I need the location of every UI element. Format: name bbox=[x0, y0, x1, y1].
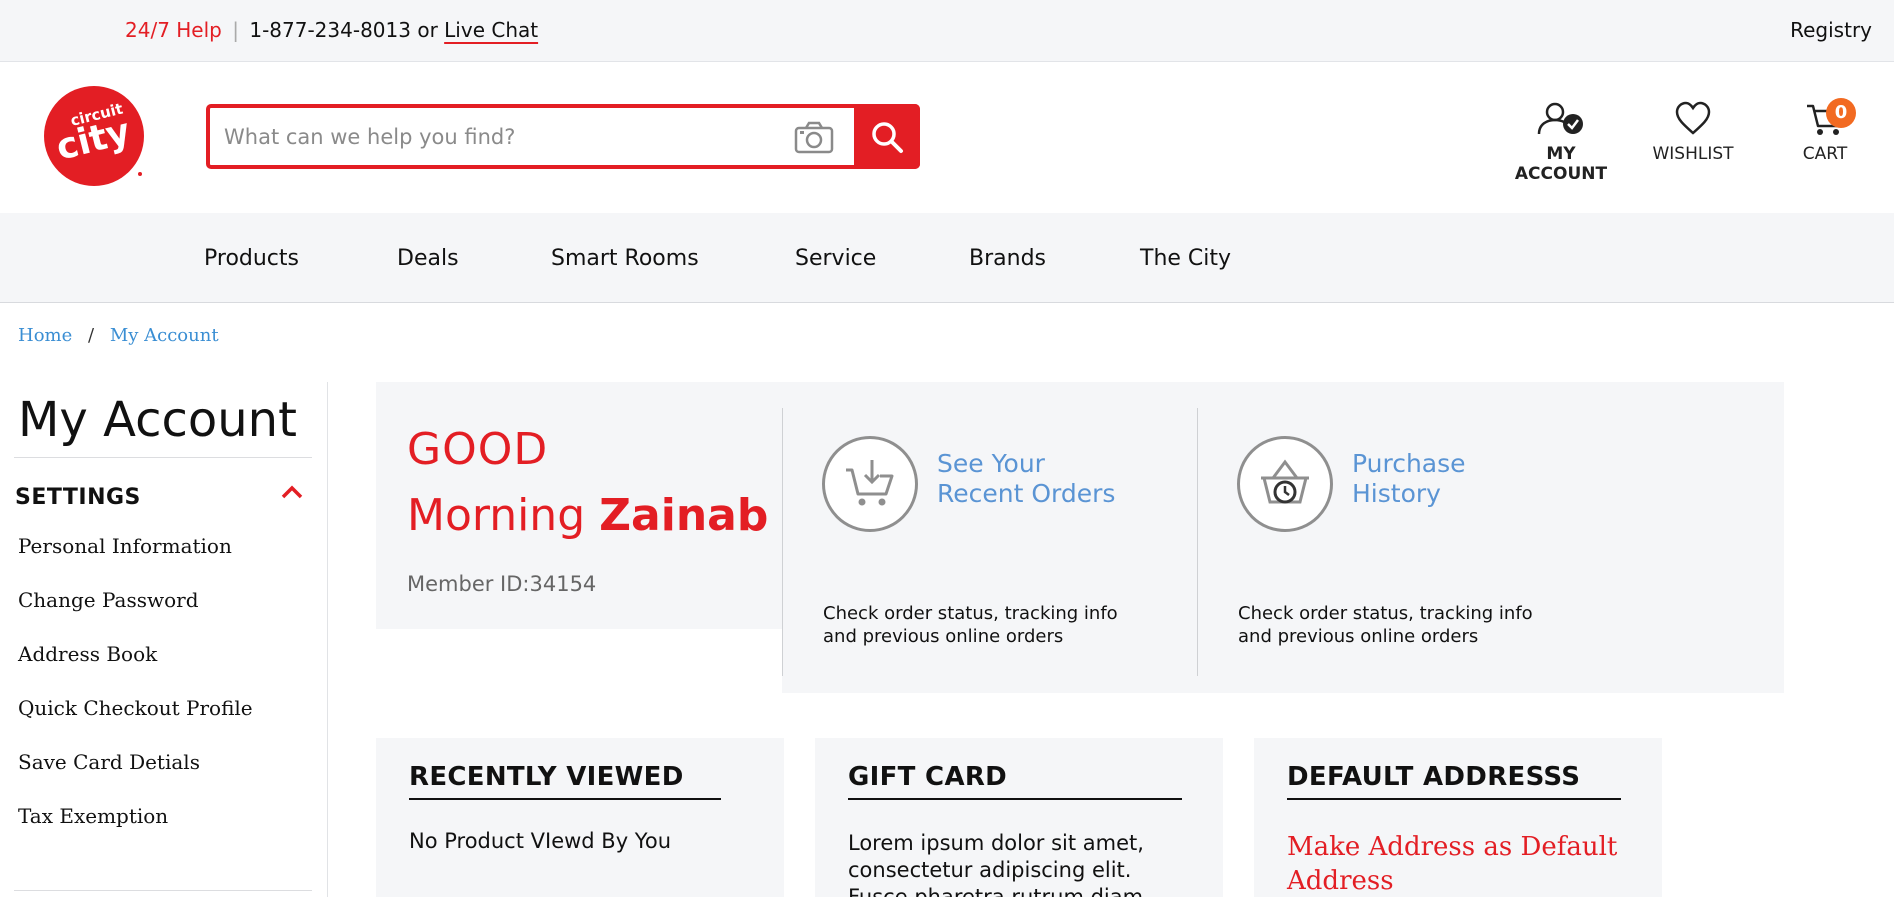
help-info: 24/7 Help | 1-877-234-8013 or Live Chat bbox=[125, 18, 538, 42]
logo-mark: circuit city bbox=[44, 86, 144, 186]
chevron-up-icon[interactable] bbox=[280, 482, 304, 502]
cart-count-badge: 0 bbox=[1826, 98, 1856, 128]
wishlist-button[interactable]: WISHLIST bbox=[1648, 100, 1738, 164]
top-utility-bar: 24/7 Help | 1-877-234-8013 or Live Chat … bbox=[0, 0, 1894, 62]
nav-service[interactable]: Service bbox=[795, 246, 876, 271]
nav-products[interactable]: Products bbox=[204, 246, 299, 271]
camera-icon[interactable] bbox=[794, 120, 834, 154]
breadcrumb-separator: / bbox=[88, 325, 95, 346]
recent-orders-line-2: Recent Orders bbox=[937, 479, 1116, 508]
make-default-address-link[interactable]: Make Address as Default Address bbox=[1287, 830, 1627, 897]
gift-card-title: GIFT CARD bbox=[848, 762, 1008, 792]
recent-orders-line-1: See Your bbox=[937, 449, 1045, 478]
help-phone[interactable]: 1-877-234-8013 bbox=[249, 18, 411, 42]
sidebar-item-personal-information[interactable]: Personal Information bbox=[18, 534, 232, 558]
help-or-text: or bbox=[417, 18, 438, 42]
greeting-morning: Morning bbox=[407, 490, 586, 541]
account-sidebar: My Account SETTINGS Personal Information… bbox=[0, 382, 328, 897]
wishlist-label: WISHLIST bbox=[1652, 144, 1734, 164]
account-check-icon bbox=[1537, 102, 1583, 135]
gift-card-body: Lorem ipsum dolor sit amet, consectetur … bbox=[848, 831, 1144, 897]
sidebar-item-quick-checkout-profile[interactable]: Quick Checkout Profile bbox=[18, 696, 253, 720]
nav-brands[interactable]: Brands bbox=[969, 246, 1046, 271]
greeting-panel: GOOD Morning Zainab Member ID:34154 bbox=[376, 382, 782, 629]
settings-section-header[interactable]: SETTINGS bbox=[15, 485, 141, 510]
main-navigation: Products Deals Smart Rooms Service Brand… bbox=[0, 213, 1894, 303]
live-chat-link[interactable]: Live Chat bbox=[444, 18, 538, 42]
card-title-underline bbox=[1287, 798, 1621, 800]
recent-orders-circle[interactable] bbox=[822, 436, 918, 532]
search-bar bbox=[206, 104, 920, 169]
purchase-history-link[interactable]: Purchase History bbox=[1352, 449, 1592, 509]
nav-deals[interactable]: Deals bbox=[397, 246, 459, 271]
recent-orders-desc-1: Check order status, tracking info bbox=[823, 603, 1118, 624]
card-title-underline bbox=[409, 798, 721, 800]
greeting-line-2: Morning Zainab bbox=[407, 490, 768, 541]
recently-viewed-card: RECENTLY VIEWED No Product VIewd By You bbox=[376, 738, 784, 897]
recent-orders-link[interactable]: See Your Recent Orders bbox=[937, 449, 1177, 509]
recently-viewed-empty-text: No Product VIewd By You bbox=[409, 829, 672, 853]
sidebar-title: My Account bbox=[18, 392, 297, 448]
member-id: Member ID:34154 bbox=[407, 572, 597, 596]
account-label: MY ACCOUNT bbox=[1514, 144, 1608, 184]
registry-link[interactable]: Registry bbox=[1790, 18, 1872, 42]
panel-divider bbox=[1197, 408, 1198, 676]
cart-download-icon bbox=[846, 460, 894, 506]
search-icon bbox=[872, 121, 903, 153]
basket-clock-icon bbox=[1261, 459, 1309, 504]
breadcrumb: Home / My Account bbox=[18, 325, 219, 346]
purchase-history-line-2: History bbox=[1352, 479, 1441, 508]
help-label: 24/7 Help bbox=[125, 18, 222, 42]
purchase-history-desc-2: and previous online orders bbox=[1238, 626, 1479, 647]
recent-orders-description: Check order status, tracking info and pr… bbox=[823, 602, 1163, 648]
sidebar-item-save-card-details[interactable]: Save Card Detials bbox=[18, 750, 200, 774]
sidebar-item-address-book[interactable]: Address Book bbox=[18, 642, 157, 666]
sidebar-item-change-password[interactable]: Change Password bbox=[18, 588, 199, 612]
recent-orders-desc-2: and previous online orders bbox=[823, 626, 1064, 647]
default-address-title: DEFAULT ADDRESSS bbox=[1287, 762, 1581, 792]
search-button[interactable] bbox=[854, 104, 920, 169]
circuit-city-logo[interactable]: circuit city bbox=[42, 84, 146, 188]
greeting-line-1: GOOD bbox=[407, 424, 549, 475]
panel-divider bbox=[782, 408, 783, 676]
nav-smart-rooms[interactable]: Smart Rooms bbox=[551, 246, 699, 271]
order-shortcuts-panel: See Your Recent Orders Check order statu… bbox=[782, 382, 1784, 693]
cart-label: CART bbox=[1802, 144, 1848, 164]
cart-button[interactable]: 0 CART bbox=[1780, 98, 1870, 164]
greeting-user-name: Zainab bbox=[599, 490, 769, 541]
sidebar-bottom-divider bbox=[14, 890, 312, 891]
sidebar-divider bbox=[14, 457, 312, 458]
breadcrumb-current[interactable]: My Account bbox=[110, 325, 219, 346]
my-account-button[interactable]: MY ACCOUNT bbox=[1500, 100, 1622, 184]
gift-card-card: GIFT CARD Lorem ipsum dolor sit amet, co… bbox=[815, 738, 1223, 897]
breadcrumb-home[interactable]: Home bbox=[18, 325, 72, 346]
heart-icon bbox=[1675, 101, 1711, 135]
card-title-underline bbox=[848, 798, 1182, 800]
purchase-history-description: Check order status, tracking info and pr… bbox=[1238, 602, 1578, 648]
recently-viewed-title: RECENTLY VIEWED bbox=[409, 762, 684, 792]
purchase-history-line-1: Purchase bbox=[1352, 449, 1466, 478]
help-separator: | bbox=[232, 18, 239, 42]
purchase-history-desc-1: Check order status, tracking info bbox=[1238, 603, 1533, 624]
nav-the-city[interactable]: The City bbox=[1140, 246, 1231, 271]
default-address-card: DEFAULT ADDRESSS Make Address as Default… bbox=[1254, 738, 1662, 897]
search-input[interactable] bbox=[224, 120, 784, 154]
sidebar-item-tax-exemption[interactable]: Tax Exemption bbox=[18, 804, 168, 828]
purchase-history-circle[interactable] bbox=[1237, 436, 1333, 532]
